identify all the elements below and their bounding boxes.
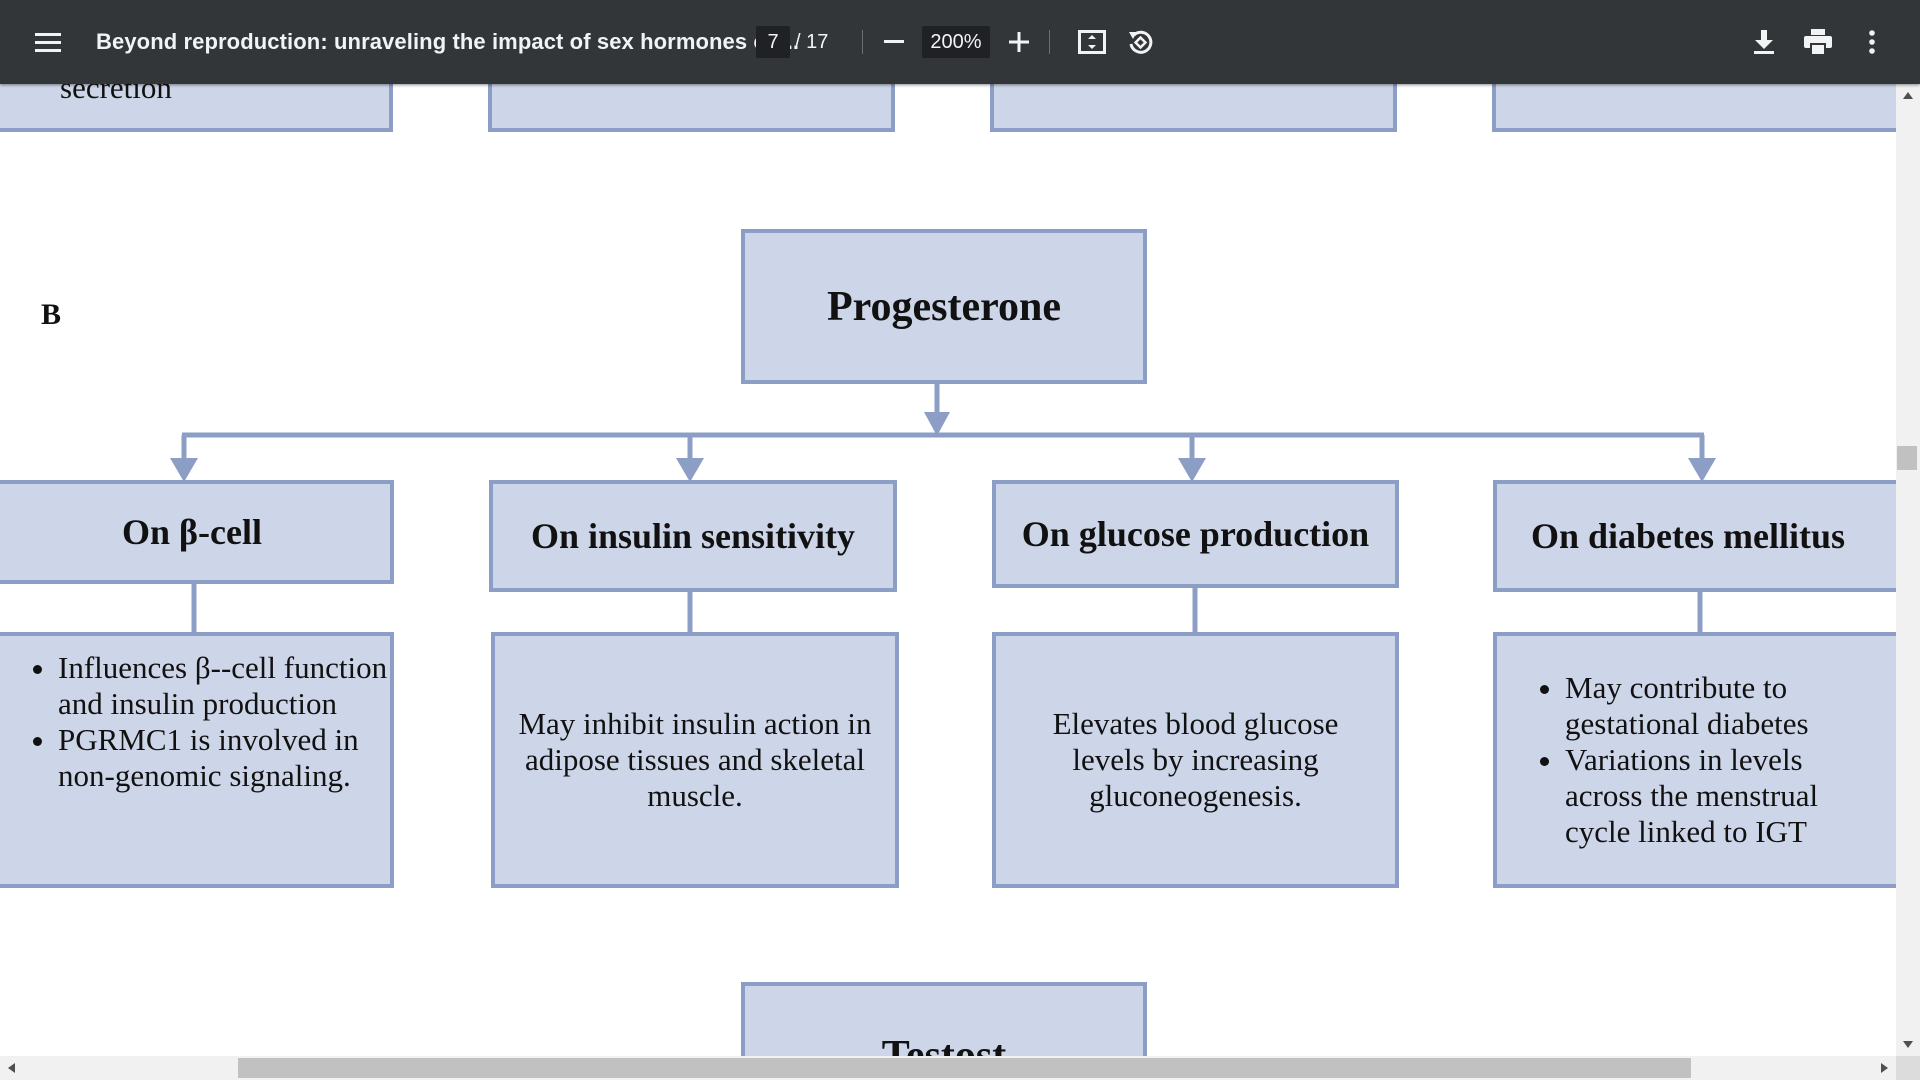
scroll-down-icon[interactable] xyxy=(1903,1041,1913,1048)
fit-to-page-icon[interactable] xyxy=(1074,24,1110,60)
progesterone-root-box: Progesterone xyxy=(741,229,1147,384)
list-item: Variations in levels across the menstrua… xyxy=(1565,742,1865,850)
zoom-level-input[interactable]: 200% xyxy=(922,26,990,58)
hamburger-menu-icon[interactable] xyxy=(30,24,66,60)
list-item: PGRMC1 is involved in non-genomic signal… xyxy=(58,722,390,794)
page-total: / 17 xyxy=(795,31,829,53)
download-icon[interactable] xyxy=(1746,24,1782,60)
vertical-scrollbar[interactable] xyxy=(1896,84,1920,1056)
print-icon[interactable] xyxy=(1800,24,1836,60)
testosterone-box-partial: Testost xyxy=(741,982,1147,1056)
pdf-toolbar: Beyond reproduction: unraveling the impa… xyxy=(0,0,1920,84)
document-title: Beyond reproduction: unraveling the impa… xyxy=(96,29,800,54)
toolbar-divider xyxy=(862,30,863,54)
description-box-glucose-production: Elevates blood glucose levels by increas… xyxy=(992,632,1399,888)
category-title: On diabetes mellitus xyxy=(1530,516,1845,556)
scroll-left-icon[interactable] xyxy=(8,1063,15,1073)
category-box-diabetes-mellitus: On diabetes mellitus xyxy=(1493,480,1896,592)
category-title: On glucose production xyxy=(1021,514,1370,554)
minus-icon[interactable] xyxy=(876,24,912,60)
list-item: Influences β--cell function and insulin … xyxy=(58,650,390,722)
description-box-diabetes-mellitus: May contribute to gestational diabetes V… xyxy=(1493,632,1896,888)
category-title: On insulin sensitivity xyxy=(530,516,856,556)
scrollbar-corner xyxy=(1896,1056,1920,1080)
root-box-label: Progesterone xyxy=(826,283,1062,330)
horizontal-scroll-thumb[interactable] xyxy=(238,1058,1691,1078)
description-box-insulin-sensitivity: May inhibit insulin action in adipose ti… xyxy=(491,632,899,888)
page-number-input[interactable]: 7 xyxy=(756,26,790,58)
description-text: May inhibit insulin action in adipose ti… xyxy=(518,706,872,813)
category-title: On β-cell xyxy=(122,512,262,552)
description-text: Elevates blood glucose levels by increas… xyxy=(1052,706,1339,813)
category-box-insulin-sensitivity: On insulin sensitivity xyxy=(489,480,897,592)
scroll-right-icon[interactable] xyxy=(1881,1063,1888,1073)
bullet-list: Influences β--cell function and insulin … xyxy=(0,650,390,794)
pdf-page-viewport[interactable]: secretion B Progesterone On β-cell On in… xyxy=(0,84,1896,1056)
vertical-scroll-thumb[interactable] xyxy=(1897,446,1917,470)
plus-icon[interactable] xyxy=(1001,24,1037,60)
scroll-up-icon[interactable] xyxy=(1903,92,1913,99)
list-item: May contribute to gestational diabetes xyxy=(1565,670,1865,742)
bullet-list: May contribute to gestational diabetes V… xyxy=(1497,670,1865,850)
toolbar-divider xyxy=(1049,30,1050,54)
next-box-label: Testost xyxy=(881,1033,1007,1056)
description-box-beta-cell: Influences β--cell function and insulin … xyxy=(0,632,394,888)
category-box-glucose-production: On glucose production xyxy=(992,480,1399,588)
category-box-beta-cell: On β-cell xyxy=(0,480,394,584)
more-vert-icon[interactable] xyxy=(1854,24,1890,60)
rotate-icon[interactable] xyxy=(1122,24,1158,60)
